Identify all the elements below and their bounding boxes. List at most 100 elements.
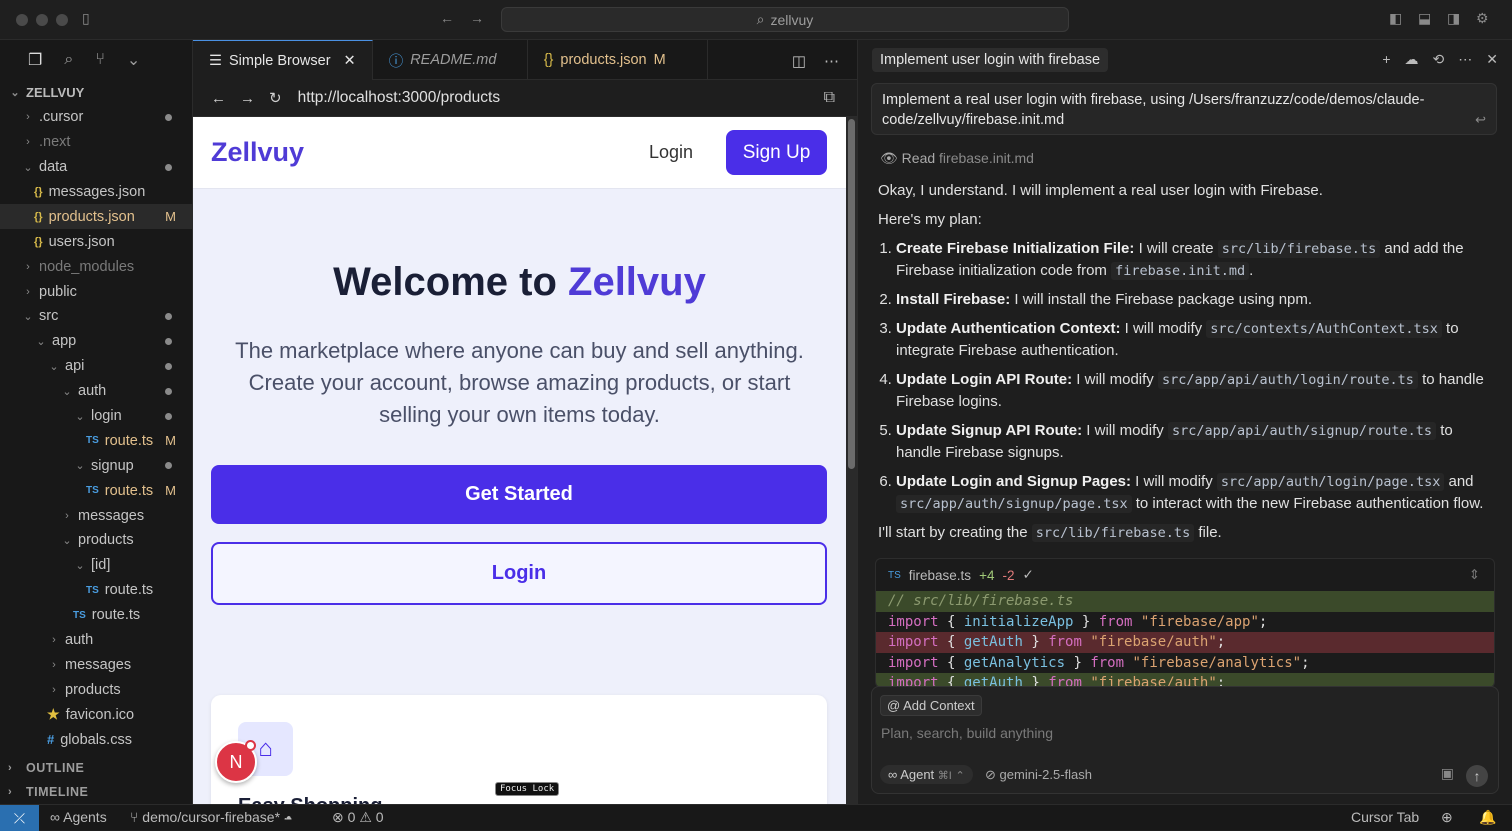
- maximize-window-button[interactable]: [56, 14, 68, 26]
- more-icon[interactable]: ⋯: [1458, 51, 1472, 68]
- close-tab-icon[interactable]: ✕: [344, 53, 356, 69]
- tab-products-json[interactable]: {} products.json M: [528, 40, 708, 80]
- tree-item-label: route.ts: [104, 482, 154, 499]
- tool-read-line[interactable]: 👁 Read firebase.init.md: [880, 150, 1034, 167]
- tree-item[interactable]: ⌄ [id]: [0, 553, 192, 578]
- login-button[interactable]: Login: [211, 542, 827, 605]
- chevron-right-icon: ›: [26, 111, 30, 124]
- tree-item[interactable]: › products: [0, 677, 192, 702]
- image-attach-icon[interactable]: ▣: [1441, 765, 1454, 787]
- timeline-section[interactable]: › TIMELINE: [0, 780, 193, 804]
- zoom-icon[interactable]: ⊕: [1441, 809, 1453, 826]
- chevron-down-icon[interactable]: ⌄: [127, 50, 140, 70]
- send-button[interactable]: ↑: [1466, 765, 1488, 787]
- forward-icon[interactable]: →: [240, 90, 255, 107]
- remote-indicator-icon[interactable]: ⤫: [0, 805, 39, 831]
- agents-status[interactable]: ∞ Agents: [50, 809, 107, 825]
- back-arrow-icon[interactable]: ←: [440, 10, 454, 26]
- model-selector[interactable]: ⊘ gemini-2.5-flash: [985, 767, 1092, 783]
- cloud-icon[interactable]: ☁: [1405, 51, 1419, 68]
- code-token: import: [888, 634, 939, 650]
- diff-header[interactable]: TS firebase.ts +4 -2 ✓ ⇕: [876, 559, 1494, 591]
- json-file-icon: {}: [543, 52, 554, 68]
- tree-item[interactable]: ⌄ signup: [0, 453, 192, 478]
- tree-item[interactable]: › .cursor: [0, 105, 192, 130]
- tree-item[interactable]: {} messages.json: [0, 180, 192, 205]
- reload-icon[interactable]: ↻: [269, 89, 282, 107]
- tree-item[interactable]: ⌄ src: [0, 304, 192, 329]
- tree-item[interactable]: › public: [0, 279, 192, 304]
- tree-item[interactable]: ⌄ api: [0, 354, 192, 379]
- tree-item[interactable]: TS route.ts M: [0, 478, 192, 503]
- tree-item[interactable]: › auth: [0, 628, 192, 653]
- tree-item[interactable]: ⌄ login: [0, 404, 192, 429]
- plan-step-code1: src/lib/firebase.ts: [1217, 240, 1381, 258]
- toggle-primary-sidebar-icon[interactable]: ◧: [1389, 10, 1402, 27]
- tree-item[interactable]: TS route.ts M: [0, 428, 192, 453]
- editor-tabs: ☰ Simple Browser ✕ ⓘ README.md {} produc…: [193, 40, 857, 80]
- code-token: from: [1048, 634, 1082, 650]
- tree-item[interactable]: TS route.ts: [0, 603, 192, 628]
- close-window-button[interactable]: [16, 14, 28, 26]
- back-icon[interactable]: ←: [211, 90, 226, 107]
- expand-icon[interactable]: ⇕: [1469, 567, 1480, 583]
- tree-item[interactable]: TS route.ts: [0, 578, 192, 603]
- agent-mode-selector[interactable]: ∞ Agent ⌘I ⌃: [880, 765, 973, 784]
- tab-readme[interactable]: ⓘ README.md: [373, 40, 528, 80]
- minimize-window-button[interactable]: [36, 14, 48, 26]
- tree-item[interactable]: ⌄ app: [0, 329, 192, 354]
- tree-item[interactable]: › messages: [0, 652, 192, 677]
- source-control-icon[interactable]: ⑂: [95, 51, 105, 69]
- typescript-file-icon: TS: [86, 435, 99, 447]
- chevron-right-icon: ›: [52, 683, 56, 696]
- scroll-thumb[interactable]: [848, 119, 855, 469]
- tree-item[interactable]: # globals.css: [0, 727, 192, 752]
- nav-login-link[interactable]: Login: [649, 142, 693, 163]
- toggle-sidebar-icon[interactable]: ▯: [82, 10, 90, 27]
- site-logo[interactable]: Zellvuy: [211, 137, 304, 168]
- tree-item[interactable]: › node_modules: [0, 254, 192, 279]
- settings-gear-icon[interactable]: ⚙: [1476, 10, 1489, 27]
- command-center-search[interactable]: ⌕ zellvuy: [501, 7, 1069, 32]
- tree-item[interactable]: › messages: [0, 503, 192, 528]
- tree-item[interactable]: › .next: [0, 130, 192, 155]
- chat-input[interactable]: Plan, search, build anything: [881, 725, 1053, 741]
- sync-icon: ☁: [283, 809, 293, 825]
- toggle-panel-icon[interactable]: ⬓: [1418, 10, 1431, 27]
- add-context-button[interactable]: @ Add Context: [880, 695, 982, 716]
- chevron-right-icon: ›: [26, 285, 30, 298]
- outline-section[interactable]: › OUTLINE: [0, 756, 193, 780]
- toggle-secondary-sidebar-icon[interactable]: ◨: [1447, 10, 1460, 27]
- chevron-right-icon: ›: [26, 260, 30, 273]
- close-icon[interactable]: ✕: [1486, 51, 1498, 68]
- tree-item[interactable]: ⌄ auth: [0, 379, 192, 404]
- url-input[interactable]: http://localhost:3000/products: [298, 89, 501, 107]
- restore-icon[interactable]: ↩: [1475, 110, 1486, 130]
- explorer-files-icon[interactable]: ❐: [28, 50, 42, 70]
- tree-item[interactable]: ⌄ products: [0, 528, 192, 553]
- forward-arrow-icon[interactable]: →: [470, 10, 484, 26]
- tab-simple-browser[interactable]: ☰ Simple Browser ✕: [193, 40, 373, 80]
- search-icon[interactable]: ⌕: [64, 51, 73, 69]
- tree-item[interactable]: {} products.json M: [0, 204, 192, 230]
- tree-item-label: products: [65, 681, 121, 698]
- branch-status[interactable]: ⑂ demo/cursor-firebase* ☁: [130, 809, 292, 825]
- history-icon[interactable]: ⟲: [1433, 51, 1445, 68]
- new-chat-icon[interactable]: +: [1382, 51, 1390, 68]
- more-actions-icon[interactable]: ⋯: [824, 52, 839, 70]
- warning-count: 0: [375, 809, 384, 825]
- tree-item[interactable]: ⌄ data: [0, 155, 192, 180]
- tree-item[interactable]: ★ favicon.ico: [0, 702, 192, 727]
- split-editor-icon[interactable]: ◫: [792, 52, 806, 70]
- notifications-icon[interactable]: 🔔: [1479, 809, 1496, 826]
- cursor-tab-status[interactable]: Cursor Tab: [1351, 809, 1419, 825]
- user-prompt-bubble[interactable]: Implement a real user login with firebas…: [871, 83, 1497, 135]
- problems-status[interactable]: ⊗ 0 ⚠ 0: [332, 809, 384, 826]
- open-external-icon[interactable]: ⧉: [824, 89, 835, 107]
- sign-up-button[interactable]: Sign Up: [726, 130, 827, 175]
- chat-title[interactable]: Implement user login with firebase: [872, 48, 1109, 72]
- get-started-button[interactable]: Get Started: [211, 465, 827, 524]
- explorer-root[interactable]: ⌄ ZELLVUY: [0, 80, 192, 105]
- tree-item[interactable]: {} users.json: [0, 229, 192, 254]
- browser-scrollbar[interactable]: [846, 117, 857, 804]
